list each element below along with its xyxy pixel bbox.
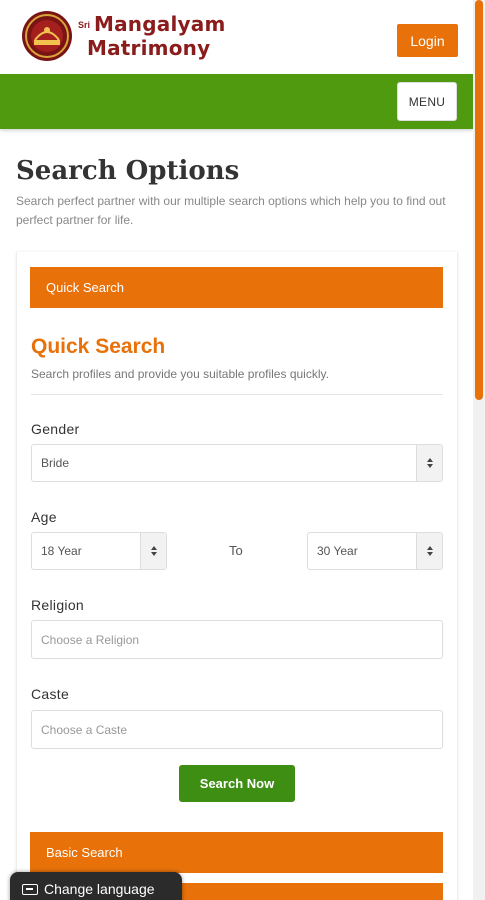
keyboard-icon xyxy=(22,883,38,895)
religion-input[interactable]: Choose a Religion xyxy=(31,620,443,659)
age-from-value: 18 Year xyxy=(41,544,82,558)
scrollbar-thumb[interactable] xyxy=(475,0,483,400)
brand-name-line2: Matrimony xyxy=(87,36,211,60)
menu-button[interactable]: MENU xyxy=(397,82,457,121)
brand-prefix: Sri xyxy=(78,20,91,30)
quick-search-title: Quick Search xyxy=(31,335,166,358)
age-to-select[interactable]: 30 Year xyxy=(307,532,443,570)
gender-label: Gender xyxy=(31,421,80,437)
caste-input[interactable]: Choose a Caste xyxy=(31,710,443,749)
brand-name-line1: Mangalyam xyxy=(94,12,226,36)
quick-search-subtitle: Search profiles and provide you suitable… xyxy=(31,367,329,381)
page: Sri Mangalyam Matrimony Login MENU Searc… xyxy=(0,0,473,900)
login-button[interactable]: Login xyxy=(397,24,458,57)
select-arrows-icon xyxy=(140,533,166,569)
age-to-value: 30 Year xyxy=(317,544,358,558)
page-subtitle: Search perfect partner with our multiple… xyxy=(16,194,446,227)
age-to-separator: To xyxy=(229,543,243,558)
select-arrows-icon xyxy=(416,533,442,569)
select-arrows-icon xyxy=(416,445,442,481)
tab-quick-search[interactable]: Quick Search xyxy=(30,267,443,308)
age-label: Age xyxy=(31,509,57,525)
change-language-button[interactable]: Change language xyxy=(10,872,182,900)
tab-basic-search[interactable]: Basic Search xyxy=(30,832,443,873)
nav-bar: MENU xyxy=(0,74,473,129)
gender-select-value: Bride xyxy=(41,456,70,470)
section-divider xyxy=(31,394,443,395)
religion-label: Religion xyxy=(31,597,84,613)
brand-logo[interactable] xyxy=(18,10,76,62)
age-from-select[interactable]: 18 Year xyxy=(31,532,167,570)
top-header: Sri Mangalyam Matrimony Login xyxy=(0,0,473,74)
caste-label: Caste xyxy=(31,686,70,702)
gender-select[interactable]: Bride xyxy=(31,444,443,482)
change-language-label: Change language xyxy=(44,881,155,897)
search-now-button[interactable]: Search Now xyxy=(179,765,295,802)
page-scrollbar[interactable] xyxy=(473,0,485,900)
page-title: Search Options xyxy=(16,156,240,186)
